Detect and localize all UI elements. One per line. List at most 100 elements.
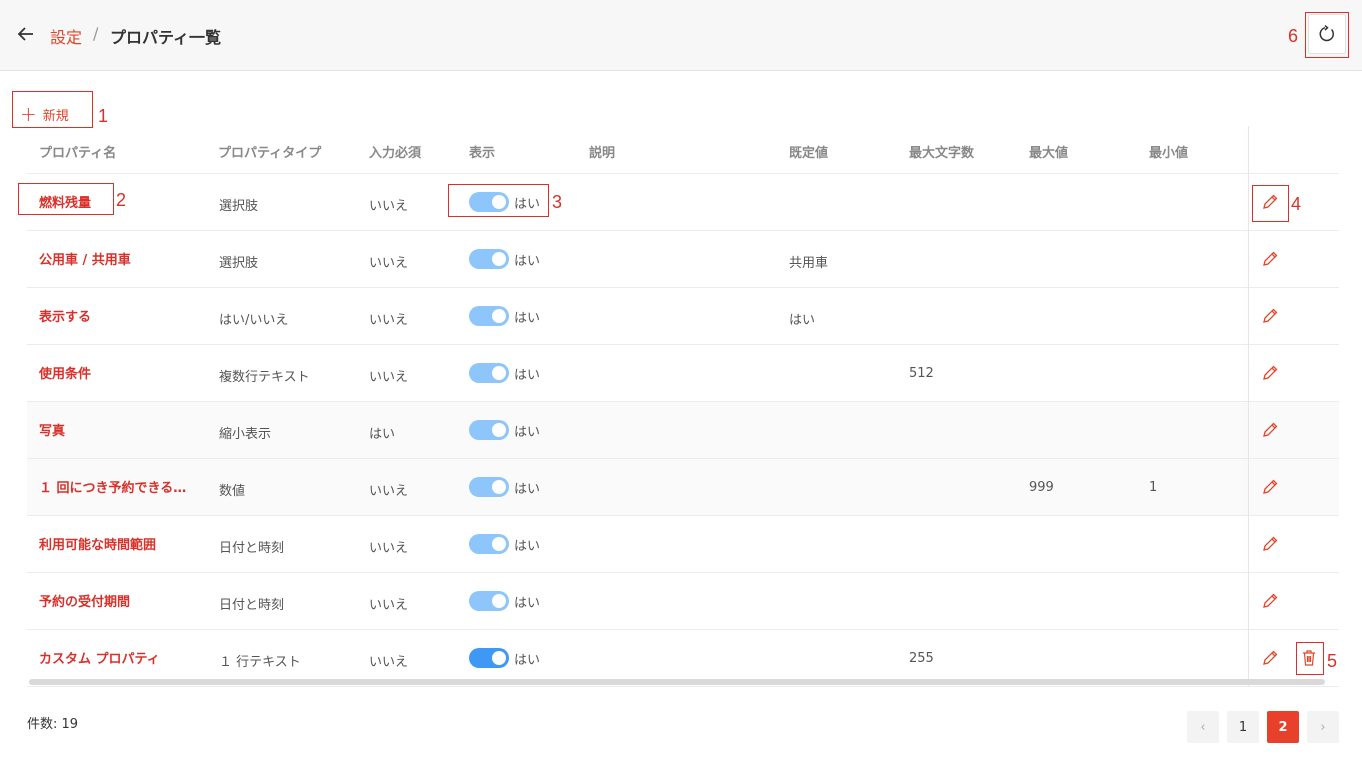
visible-toggle-label: はい — [514, 368, 541, 383]
edit-pencil-icon[interactable] — [1260, 591, 1280, 611]
property-max: 999 — [1029, 480, 1054, 495]
property-type: 複数行テキスト — [219, 370, 310, 385]
property-required: いいえ — [369, 484, 409, 499]
page-title: プロパティ一覧 — [110, 28, 222, 47]
col-header-name: プロパティ名 — [39, 146, 117, 161]
toggle-knob — [492, 366, 506, 380]
property-type: 選択肢 — [219, 199, 259, 214]
table-header: プロパティ名 プロパティタイプ 入力必須 表示 説明 既定値 最大文字数 最大値… — [27, 126, 1339, 174]
horizontal-scrollbar[interactable] — [29, 679, 1325, 685]
col-header-max: 最大値 — [1029, 146, 1069, 161]
back-arrow-icon[interactable] — [14, 22, 38, 46]
visible-toggle[interactable] — [469, 477, 509, 497]
property-maxlen: 512 — [909, 366, 934, 381]
property-required: いいえ — [369, 598, 409, 613]
property-required: いいえ — [369, 199, 409, 214]
table-row: 利用可能な時間範囲 日付と時刻 いいえ はい — [27, 516, 1339, 573]
annotation-number-1: 1 — [98, 106, 109, 126]
col-header-maxlen: 最大文字数 — [909, 146, 975, 161]
col-header-min: 最小値 — [1149, 146, 1189, 161]
table-row: 燃料残量 選択肢 いいえ はい — [27, 174, 1339, 231]
edit-pencil-icon[interactable] — [1260, 192, 1280, 212]
property-name-link[interactable]: 写真 — [39, 420, 65, 439]
property-default: 共用車 — [789, 256, 829, 271]
property-name-link[interactable]: 予約の受付期間 — [39, 591, 130, 610]
property-type: 縮小表示 — [219, 427, 272, 442]
new-button-label: 新規 — [42, 108, 69, 124]
property-type: 数値 — [219, 484, 246, 499]
pagination-prev-button[interactable]: ‹ — [1187, 711, 1219, 743]
visible-toggle-label: はい — [514, 197, 541, 212]
visible-toggle-label: はい — [514, 254, 541, 269]
visible-toggle-label: はい — [514, 482, 541, 497]
record-count: 件数: 19 — [27, 717, 79, 732]
edit-pencil-icon[interactable] — [1260, 648, 1280, 668]
property-maxlen: 255 — [909, 651, 934, 666]
delete-trash-icon[interactable] — [1299, 648, 1319, 668]
property-name-link[interactable]: 公用車 / 共用車 — [39, 249, 131, 268]
table-row: 写真 縮小表示 はい はい — [27, 402, 1339, 459]
visible-toggle-label: はい — [514, 596, 541, 611]
property-type: 選択肢 — [219, 256, 259, 271]
table-row: 使用条件 複数行テキスト いいえ はい 512 — [27, 345, 1339, 402]
property-required: いいえ — [369, 655, 409, 670]
property-default: はい — [789, 313, 816, 328]
col-header-visible: 表示 — [469, 146, 496, 161]
table-row: 予約の受付期間 日付と時刻 いいえ はい — [27, 573, 1339, 630]
toggle-knob — [492, 651, 506, 665]
visible-toggle[interactable] — [469, 591, 509, 611]
property-name-link[interactable]: 燃料残量 — [39, 192, 91, 211]
property-min: 1 — [1149, 480, 1158, 495]
fixed-action-column-divider — [1248, 126, 1249, 686]
toggle-knob — [492, 423, 506, 437]
visible-toggle[interactable] — [469, 363, 509, 383]
visible-toggle[interactable] — [469, 306, 509, 326]
visible-toggle[interactable] — [469, 648, 509, 668]
visible-toggle-label: はい — [514, 539, 541, 554]
pagination-next-button[interactable]: › — [1307, 711, 1339, 743]
property-type: 日付と時刻 — [219, 598, 285, 613]
property-name-link[interactable]: 利用可能な時間範囲 — [39, 534, 156, 553]
toggle-knob — [492, 252, 506, 266]
plus-icon: + — [20, 102, 37, 126]
edit-pencil-icon[interactable] — [1260, 477, 1280, 497]
visible-toggle[interactable] — [469, 249, 509, 269]
page-header: 設定 / プロパティ一覧 — [0, 0, 1362, 71]
table-row: 表示する はい/いいえ いいえ はい はい — [27, 288, 1339, 345]
edit-pencil-icon[interactable] — [1260, 306, 1280, 326]
toggle-knob — [492, 480, 506, 494]
visible-toggle[interactable] — [469, 420, 509, 440]
pagination-page-2[interactable]: 2 — [1267, 711, 1299, 743]
annotation-number-6: 6 — [1288, 26, 1299, 46]
col-header-description: 説明 — [589, 146, 616, 161]
property-name-link[interactable]: 使用条件 — [39, 363, 91, 382]
breadcrumb-separator: / — [93, 24, 99, 43]
property-required: いいえ — [369, 313, 409, 328]
toggle-knob — [492, 309, 506, 323]
visible-toggle[interactable] — [469, 192, 509, 212]
visible-toggle[interactable] — [469, 534, 509, 554]
edit-pencil-icon[interactable] — [1260, 249, 1280, 269]
property-name-link[interactable]: 表示する — [39, 306, 91, 325]
new-button[interactable]: + 新規 — [20, 100, 69, 128]
breadcrumb-settings-link[interactable]: 設定 — [50, 24, 82, 48]
edit-pencil-icon[interactable] — [1260, 420, 1280, 440]
property-required: いいえ — [369, 256, 409, 271]
col-header-type: プロパティタイプ — [218, 146, 322, 161]
edit-pencil-icon[interactable] — [1260, 363, 1280, 383]
col-header-required: 入力必須 — [369, 146, 422, 161]
annotation-box-refresh — [1305, 12, 1349, 58]
toggle-knob — [492, 594, 506, 608]
table-row: １ 回につき予約できる… 数値 いいえ はい 999 1 — [27, 459, 1339, 516]
property-type: 日付と時刻 — [219, 541, 285, 556]
visible-toggle-label: はい — [514, 653, 541, 668]
property-name-link[interactable]: カスタム プロパティ — [39, 648, 160, 667]
pagination-page-1[interactable]: 1 — [1227, 711, 1259, 743]
property-name-link[interactable]: １ 回につき予約できる… — [39, 477, 186, 496]
property-required: いいえ — [369, 541, 409, 556]
table-row: 公用車 / 共用車 選択肢 いいえ はい 共用車 — [27, 231, 1339, 288]
edit-pencil-icon[interactable] — [1260, 534, 1280, 554]
toggle-knob — [492, 537, 506, 551]
toggle-knob — [492, 195, 506, 209]
property-type: はい/いいえ — [219, 313, 289, 328]
